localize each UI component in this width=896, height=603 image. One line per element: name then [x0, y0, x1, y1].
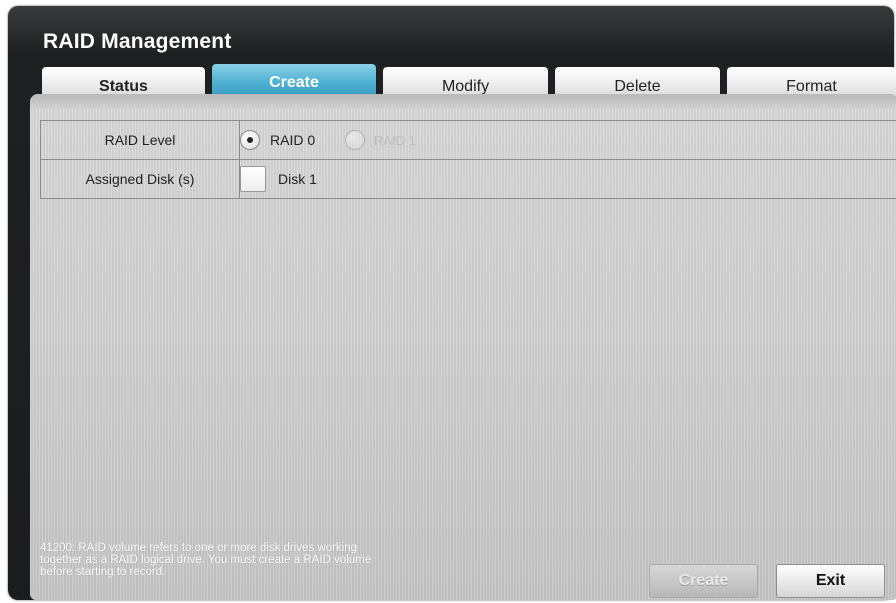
raid-management-window: RAID Management Status Create Modify Del…: [8, 6, 896, 600]
exit-button[interactable]: Exit: [776, 564, 885, 598]
raid-1-radio-icon: [345, 130, 366, 150]
raid-0-option[interactable]: RAID 0: [240, 130, 315, 150]
tab-create-label: Create: [269, 74, 319, 91]
panel-top-edge: [30, 94, 896, 108]
help-text-line: 41200: RAID volume refers to one or more…: [40, 542, 358, 554]
assigned-disks-row: Assigned Disk (s) Disk 1: [40, 159, 896, 199]
create-panel: RAID Level RAID 0 RAID 1 Assigned Disk (…: [30, 94, 896, 600]
disk-1-option[interactable]: Disk 1: [240, 166, 317, 192]
help-text-line: together as a RAID logical drive. You mu…: [40, 554, 372, 566]
window-title: RAID Management: [43, 30, 232, 53]
disk-1-label: Disk 1: [278, 171, 317, 187]
raid-1-label: RAID 1: [374, 132, 416, 148]
assigned-disks-options: Disk 1: [239, 159, 896, 199]
help-text: 41200: RAID volume refers to one or more…: [40, 542, 480, 578]
assigned-disks-label: Assigned Disk (s): [40, 159, 240, 199]
disk-1-checkbox[interactable]: [240, 166, 266, 192]
help-text-line: before starting to record.: [40, 566, 166, 578]
raid-create-form: RAID Level RAID 0 RAID 1 Assigned Disk (…: [40, 120, 896, 199]
raid-level-label: RAID Level: [40, 120, 240, 160]
raid-1-option: RAID 1: [345, 130, 416, 150]
raid-level-options: RAID 0 RAID 1: [239, 120, 896, 160]
raid-level-row: RAID Level RAID 0 RAID 1: [40, 120, 896, 160]
raid-0-radio-icon[interactable]: [240, 130, 260, 150]
raid-0-label: RAID 0: [270, 132, 316, 148]
create-button[interactable]: Create: [649, 564, 758, 598]
